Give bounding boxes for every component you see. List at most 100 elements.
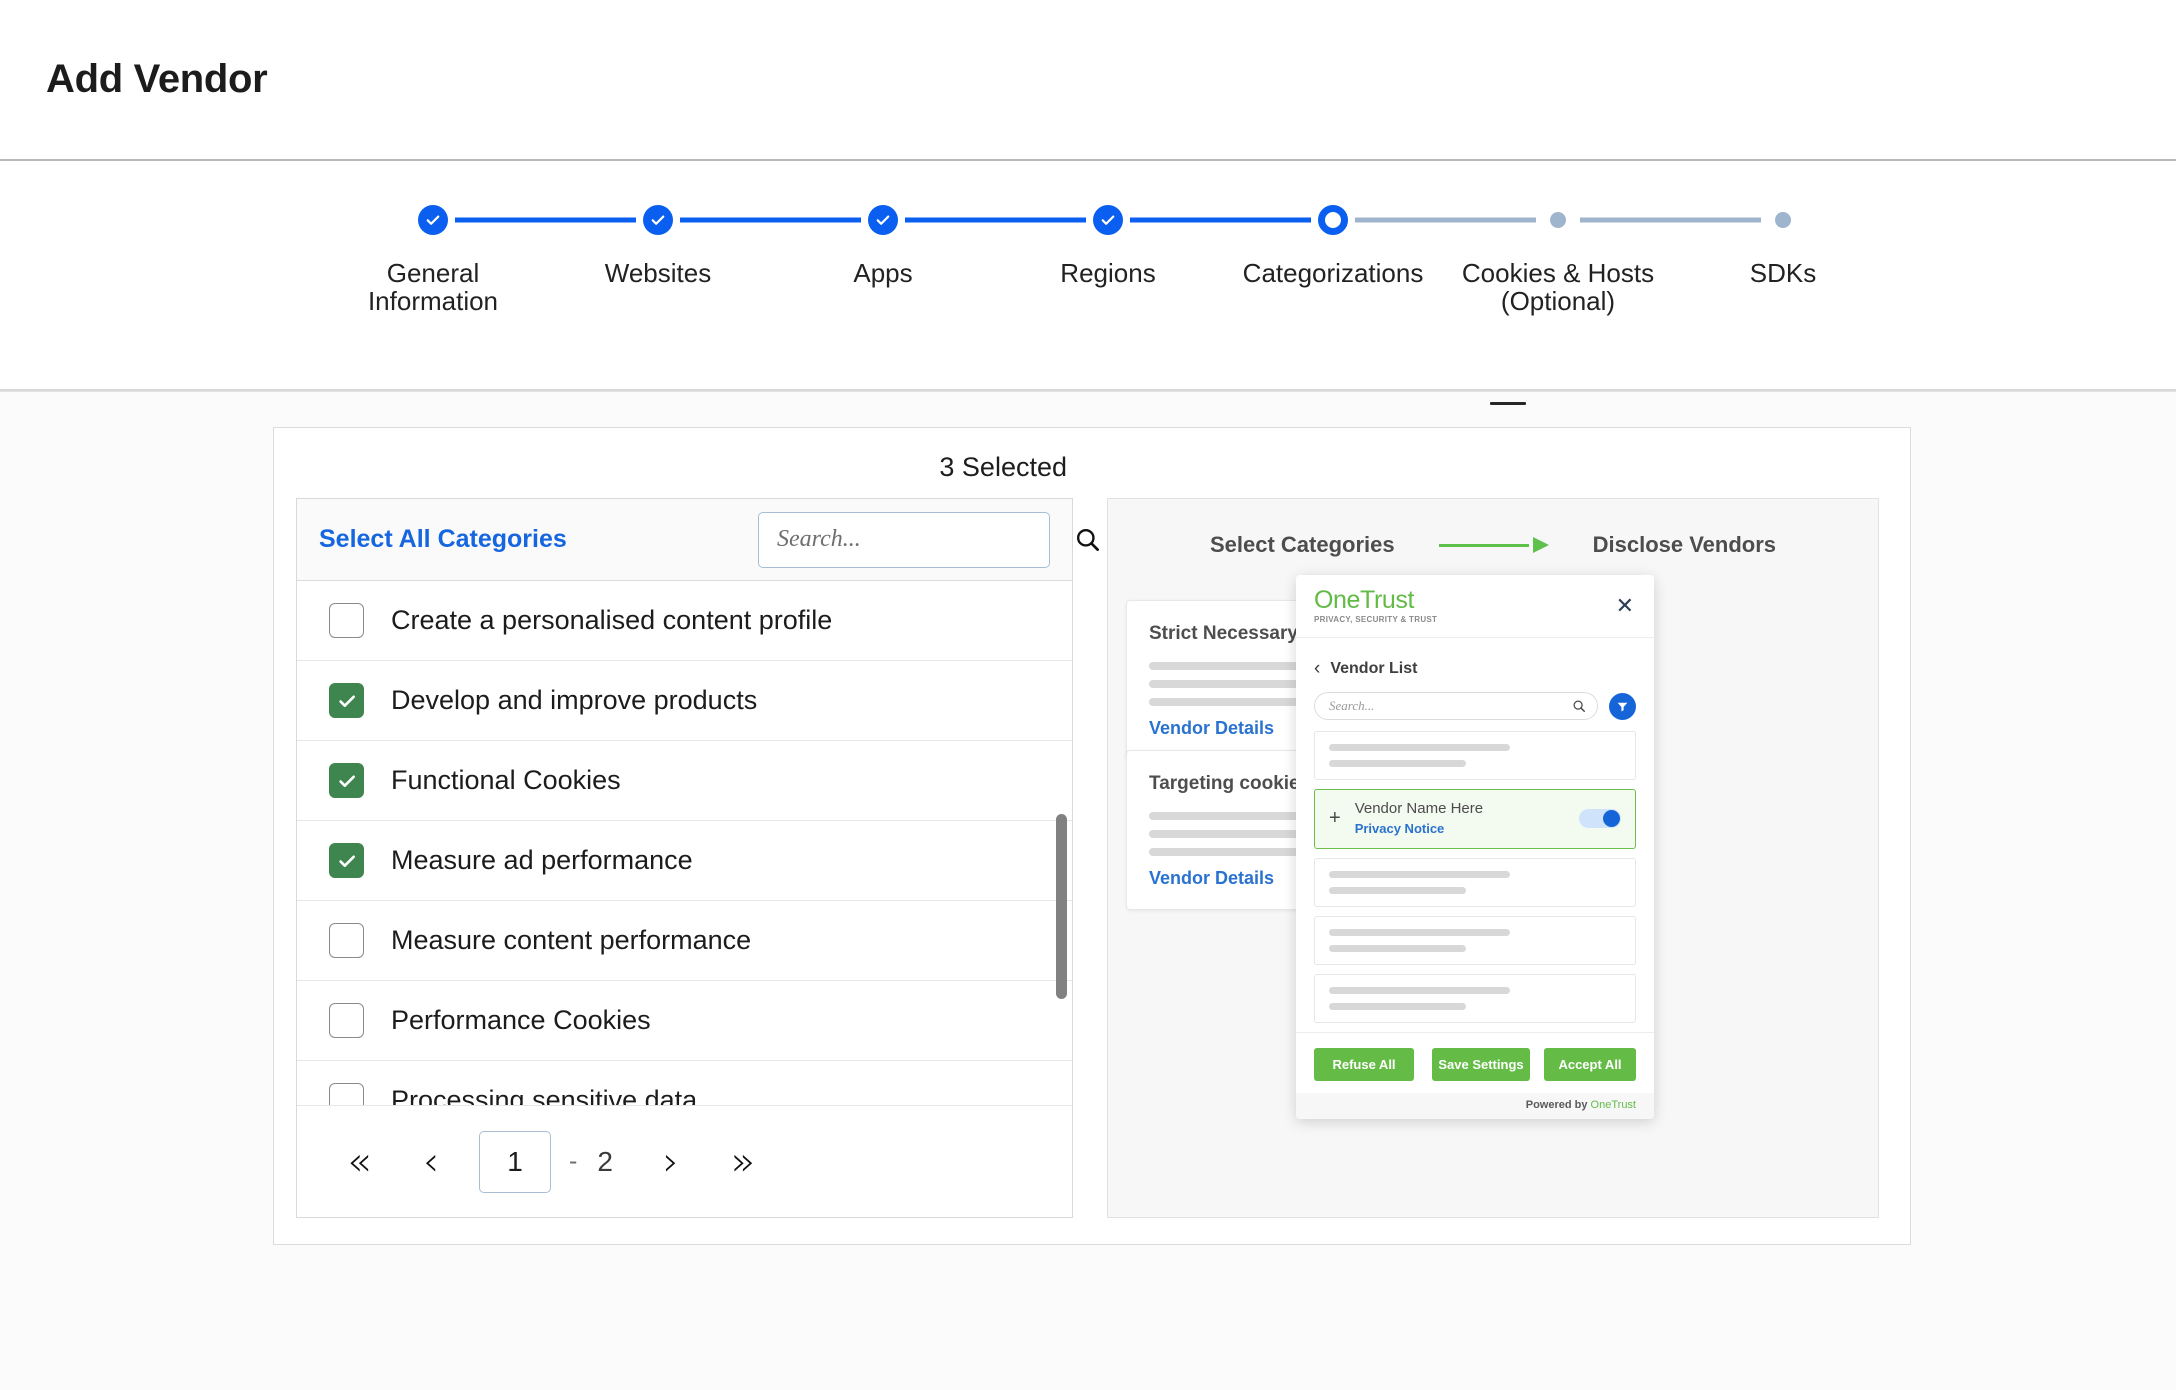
pending-step-dot-icon (1775, 212, 1791, 228)
main-content-area: 3 Selected Select All Categories Search.… (0, 391, 2176, 1390)
flow-step-disclose-vendors: Disclose Vendors (1592, 532, 1777, 557)
step-connector (455, 217, 636, 223)
category-checkbox[interactable] (329, 603, 364, 638)
list-item[interactable]: Processing sensitive data (297, 1061, 1072, 1105)
expand-plus-icon[interactable]: + (1329, 808, 1341, 828)
category-label: Measure ad performance (391, 845, 693, 875)
preview-flow-header: Select Categories Disclose Vendors (1108, 499, 1878, 558)
previous-page-button[interactable]: ‹ (395, 1134, 467, 1190)
placeholder-line (1329, 987, 1511, 994)
step-apps[interactable]: Apps (771, 203, 1086, 287)
refuse-all-button[interactable]: Refuse All (1314, 1048, 1414, 1081)
list-item[interactable]: Measure content performance (297, 901, 1072, 981)
list-item[interactable]: Measure ad performance (297, 821, 1072, 901)
chevron-left-icon[interactable]: ‹ (1314, 658, 1320, 680)
vendor-info: Vendor Name Here Privacy Notice (1355, 800, 1565, 836)
vendor-search-row (1314, 692, 1636, 720)
filter-icon[interactable] (1609, 692, 1636, 720)
first-page-button[interactable]: « (323, 1134, 395, 1190)
step-sdks[interactable]: SDKs (1671, 203, 1896, 287)
category-checkbox[interactable] (329, 923, 364, 958)
search-input[interactable] (777, 526, 1068, 553)
step-regions[interactable]: Regions (996, 203, 1311, 288)
list-item[interactable]: Functional Cookies (297, 741, 1072, 821)
search-icon (1076, 528, 1099, 551)
placeholder-line (1329, 744, 1511, 751)
placeholder-line (1329, 887, 1467, 894)
category-checkbox[interactable] (329, 763, 364, 798)
check-circle-icon (868, 205, 898, 235)
total-pages-label: 2 (597, 1145, 613, 1177)
onetrust-modal-footer: Refuse All Save Settings Accept All (1296, 1032, 1654, 1093)
category-search-box[interactable] (758, 511, 1099, 568)
list-item[interactable]: Develop and improve products (297, 661, 1072, 741)
page-number-input[interactable]: 1 (479, 1130, 551, 1193)
pagination-separator: - (569, 1147, 578, 1175)
category-label: Measure content performance (391, 925, 752, 955)
placeholder-line (1329, 929, 1511, 936)
category-panel-header: Select All Categories (297, 499, 1099, 581)
scrolled-content-fragment (1490, 402, 1526, 405)
category-checkbox[interactable] (329, 1083, 364, 1105)
category-checkbox[interactable] (329, 1003, 364, 1038)
category-selection-panel: Select All Categories Create a personali… (296, 498, 1099, 1218)
next-page-button[interactable]: › (635, 1134, 707, 1190)
step-general-information[interactable]: General Information (321, 203, 636, 317)
pending-step-dot-icon (1550, 212, 1566, 228)
category-label: Processing sensitive data (391, 1085, 698, 1105)
vendor-list-back-row[interactable]: ‹ Vendor List (1314, 658, 1636, 680)
step-indicator-row (321, 203, 636, 237)
vendor-list-title: Vendor List (1330, 660, 1418, 677)
last-page-button[interactable]: » (707, 1134, 779, 1190)
onetrust-modal-header: OneTrust PRIVACY, SECURITY & TRUST ✕ (1296, 575, 1654, 638)
vendor-consent-toggle[interactable] (1579, 808, 1621, 828)
pagination-bar: « ‹ 1 - 2 › » (297, 1105, 1072, 1217)
selected-count-label: 3 Selected (939, 452, 1067, 482)
placeholder-line (1329, 871, 1511, 878)
category-checkbox[interactable] (329, 843, 364, 878)
close-icon[interactable]: ✕ (1616, 595, 1634, 617)
category-list[interactable]: Create a personalised content profile De… (297, 581, 1072, 1105)
list-item[interactable]: Create a personalised content profile (297, 581, 1072, 661)
vendor-placeholder-item (1314, 731, 1636, 780)
highlighted-vendor-item[interactable]: + Vendor Name Here Privacy Notice (1314, 789, 1636, 849)
select-all-categories-link[interactable]: Select All Categories (319, 525, 567, 554)
onetrust-preference-modal: OneTrust PRIVACY, SECURITY & TRUST ✕ ‹ V… (1296, 575, 1654, 1119)
vendor-placeholder-item (1314, 916, 1636, 965)
search-icon (1573, 700, 1586, 713)
page-header: Add Vendor (0, 0, 2176, 161)
checkmark-icon (338, 855, 355, 867)
placeholder-line (1329, 1003, 1467, 1010)
step-label: Categorizations (1242, 258, 1424, 288)
step-connector (680, 217, 861, 223)
category-list-scrollbar[interactable] (1056, 814, 1067, 999)
onetrust-logo-tagline: PRIVACY, SECURITY & TRUST (1314, 615, 1438, 624)
privacy-notice-link[interactable]: Privacy Notice (1355, 821, 1565, 836)
accept-all-button[interactable]: Accept All (1544, 1048, 1636, 1081)
vendor-search-input[interactable] (1329, 698, 1567, 714)
check-circle-icon (1093, 205, 1123, 235)
checkmark-icon (338, 775, 355, 787)
step-websites[interactable]: Websites (546, 203, 861, 288)
step-connector (1130, 217, 1311, 223)
vendor-name-label: Vendor Name Here (1354, 800, 1484, 817)
powered-by-brand: OneTrust (1590, 1099, 1636, 1111)
step-label: Cookies & Hosts (Optional) (1461, 258, 1655, 317)
checkmark-icon (338, 695, 355, 707)
category-checkbox[interactable] (329, 683, 364, 718)
category-label: Functional Cookies (391, 765, 621, 795)
stepper-track: General Information Websites Apps Region… (0, 203, 2176, 315)
step-label: Websites (604, 258, 712, 288)
check-circle-icon (643, 205, 673, 235)
app-root: Add Vendor General Information Websites … (0, 0, 2176, 1390)
list-item[interactable]: Performance Cookies (297, 981, 1072, 1061)
vendor-search-box[interactable] (1314, 692, 1598, 720)
step-categorizations[interactable]: Categorizations (1221, 203, 1536, 288)
step-label: General Information (367, 258, 499, 317)
onetrust-modal-body: ‹ Vendor List Search... + Vendor Name He… (1296, 638, 1654, 1023)
powered-by-prefix: Powered by (1525, 1099, 1591, 1111)
wizard-stepper: General Information Websites Apps Region… (0, 161, 2176, 391)
step-label: Regions (1060, 258, 1156, 288)
category-label: Develop and improve products (391, 685, 758, 715)
save-settings-button[interactable]: Save Settings (1432, 1048, 1530, 1081)
